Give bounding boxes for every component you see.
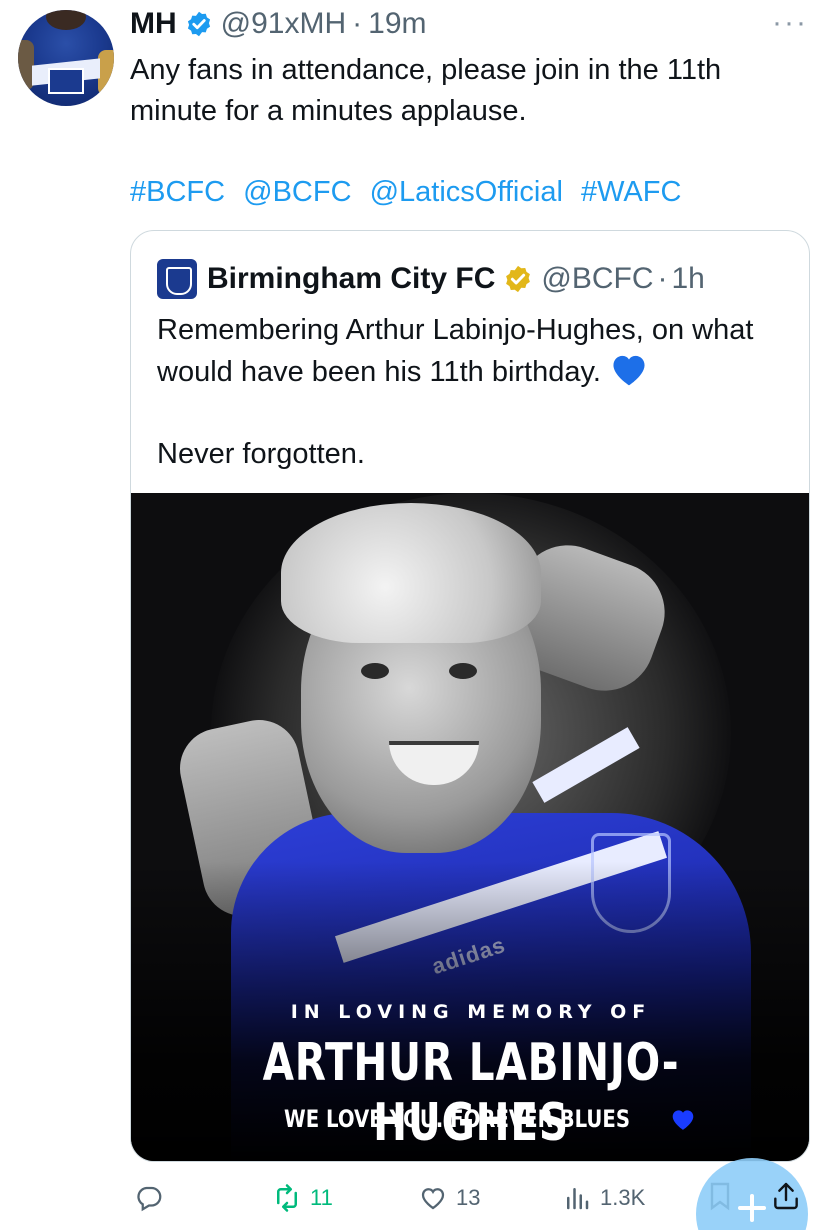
quoted-timestamp[interactable]: 1h <box>671 262 704 296</box>
author-handle[interactable]: @91xMH <box>221 7 346 41</box>
tweet-body: Any fans in attendance, please join in t… <box>130 54 722 127</box>
retweet-button[interactable]: 11 <box>272 1178 333 1218</box>
avatar-head <box>46 10 86 30</box>
memorial-subheading: IN LOVING MEMORY OF <box>290 1001 652 1023</box>
heart-icon <box>421 1188 445 1210</box>
memorial-image[interactable]: adidas IN LOVING MEMORY OF ARTHUR LABINJ… <box>131 493 809 1161</box>
mention-link[interactable]: @LaticsOfficial <box>370 176 563 208</box>
share-icon[interactable] <box>770 1180 802 1217</box>
plus-icon <box>732 1188 772 1228</box>
avatar-shirt-number <box>48 68 84 94</box>
reply-button[interactable] <box>134 1178 172 1218</box>
memorial-tagline: WE LOVE YOU. FOREVER BLUES <box>283 1105 630 1133</box>
hashtag-link[interactable]: #BCFC <box>130 176 225 208</box>
tweet-tags: #BCFC @BCFC @LaticsOfficial #WAFC <box>130 172 691 213</box>
tweet-header: MH @91xMH · 19m <box>130 6 427 42</box>
author-name[interactable]: MH <box>130 7 177 41</box>
mention-link[interactable]: @BCFC <box>243 176 351 208</box>
views-button[interactable]: 1.3K <box>562 1178 645 1218</box>
avatar-bg-shape <box>98 50 114 96</box>
author-avatar[interactable] <box>18 10 114 106</box>
separator-dot: · <box>657 262 668 295</box>
quoted-author-handle[interactable]: @BCFC <box>541 262 653 296</box>
like-count: 13 <box>456 1185 481 1210</box>
gold-verified-badge-icon <box>503 264 533 294</box>
quoted-tweet-body: Remembering Arthur Labinjo-Hughes, on wh… <box>157 309 797 475</box>
tweet-timestamp[interactable]: 19m <box>368 7 426 41</box>
retweet-count: 11 <box>310 1185 333 1210</box>
hashtag-link[interactable]: #WAFC <box>581 176 681 208</box>
analytics-icon <box>567 1188 589 1210</box>
quoted-author-name[interactable]: Birmingham City FC <box>207 262 495 296</box>
retweet-icon <box>277 1184 297 1212</box>
reply-icon <box>137 1186 162 1212</box>
like-button[interactable]: 13 <box>418 1178 480 1218</box>
quoted-tweet[interactable]: Birmingham City FC @BCFC · 1h Rememberin… <box>130 230 810 1162</box>
memorial-name: ARTHUR LABINJO-HUGHES <box>262 1033 680 1153</box>
memorial-tagline-row: WE LOVE YOU. FOREVER BLUES <box>131 1105 809 1133</box>
more-options-icon[interactable]: ··· <box>772 6 808 40</box>
club-crest-avatar[interactable] <box>157 259 197 299</box>
blue-heart-icon <box>670 1107 696 1131</box>
view-count: 1.3K <box>600 1185 646 1210</box>
verified-badge-icon <box>185 10 213 38</box>
quoted-text-line: Never forgotten. <box>157 438 365 470</box>
blue-heart-icon <box>609 351 649 387</box>
quoted-tweet-header: Birmingham City FC @BCFC · 1h <box>157 259 705 299</box>
quoted-text-line: Remembering Arthur Labinjo-Hughes, on wh… <box>157 314 754 388</box>
separator-dot: · <box>352 7 363 40</box>
